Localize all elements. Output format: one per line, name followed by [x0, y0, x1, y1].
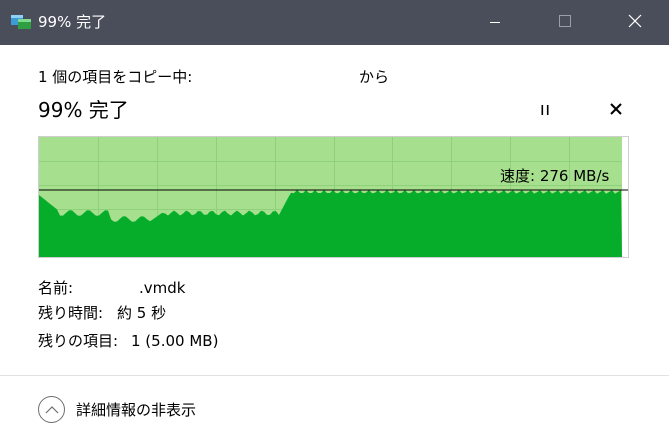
progress-empty-area	[622, 137, 628, 257]
items-remaining-row: 残りの項目: 1 (5.00 MB)	[38, 331, 218, 351]
chevron-up-icon	[38, 396, 65, 423]
time-remaining-row: 残り時間: 約 5 秒	[38, 303, 166, 323]
minimize-icon	[489, 13, 501, 32]
cancel-icon	[609, 101, 623, 120]
progress-percent-heading: 99% 完了	[38, 98, 129, 122]
pause-icon	[539, 101, 551, 120]
file-name-label: 名前:	[38, 279, 74, 297]
window-title: 99% 完了	[38, 13, 107, 31]
pause-button[interactable]	[534, 99, 556, 121]
throughput-graph-canvas	[39, 137, 628, 257]
hide-details-label: 詳細情報の非表示	[76, 401, 197, 419]
throughput-graph	[38, 136, 629, 258]
items-remaining-value: 1 (5.00 MB)	[131, 332, 219, 350]
maximize-button[interactable]	[542, 0, 588, 45]
copy-status-text: 1 個の項目をコピー中:	[38, 68, 193, 86]
copy-source-text: から	[359, 68, 390, 86]
minimize-button[interactable]	[472, 0, 518, 45]
close-window-button[interactable]	[612, 0, 658, 45]
maximize-icon	[558, 13, 572, 32]
title-bar: 99% 完了	[0, 0, 669, 45]
time-remaining-label: 残り時間:	[38, 304, 104, 322]
file-name-value: .vmdk	[139, 279, 186, 297]
speed-label: 速度: 276 MB/s	[500, 167, 610, 185]
footer-divider	[0, 375, 669, 376]
file-copy-icon	[11, 14, 31, 29]
close-icon	[628, 13, 642, 32]
items-remaining-label: 残りの項目:	[38, 332, 119, 350]
file-name-row: 名前: .vmdk	[38, 278, 185, 298]
time-remaining-value: 約 5 秒	[117, 304, 167, 322]
cancel-button[interactable]	[605, 99, 627, 121]
